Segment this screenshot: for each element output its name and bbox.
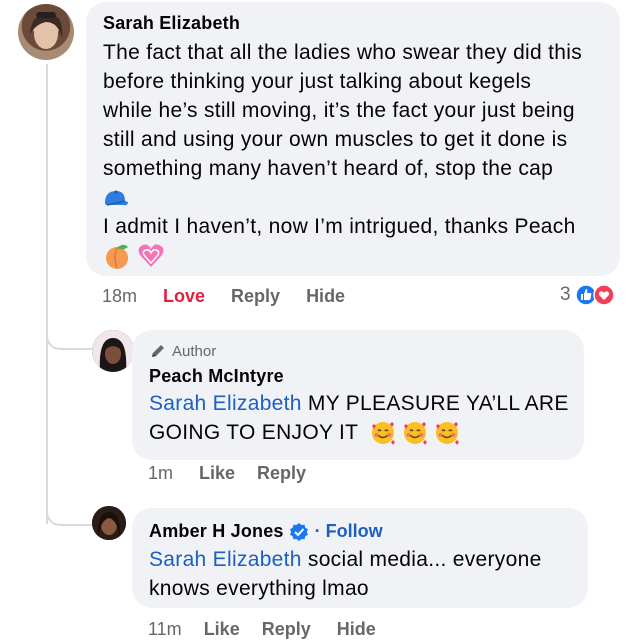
comment-timestamp[interactable]: 11m xyxy=(148,619,182,640)
author-row: Amber H Jones · Follow xyxy=(149,521,383,542)
comment-timestamp[interactable]: 1m xyxy=(148,463,173,484)
avatar-photo xyxy=(92,506,126,540)
avatar[interactable] xyxy=(92,506,126,540)
avatar-photo xyxy=(92,330,134,372)
emoji-row xyxy=(103,241,618,271)
heart-icon xyxy=(592,284,615,306)
comment-author[interactable]: Peach McIntyre xyxy=(149,366,284,387)
comment-text: Sarah Elizabeth social media... everyone… xyxy=(149,545,589,603)
comment-text-rest: MY PLEASURE YA’LL ARE xyxy=(301,392,569,415)
avatar[interactable] xyxy=(18,4,74,60)
pen-icon xyxy=(152,345,164,357)
comment-actions: 11m Like Reply Hide xyxy=(148,619,376,640)
author-badge: Author xyxy=(149,342,216,360)
comment-timestamp[interactable]: 18m xyxy=(102,286,137,307)
comment-line: before thinking your just talking about … xyxy=(103,70,532,93)
mention-link[interactable]: Sarah Elizabeth xyxy=(149,392,302,415)
reply-bubble: Author Peach McIntyre Sarah Elizabeth MY… xyxy=(132,330,584,460)
comment-line: I admit I haven’t, now I’m intrigued, th… xyxy=(103,215,576,238)
hide-button[interactable]: Hide xyxy=(337,619,376,640)
comment-actions: 1m Like Reply xyxy=(148,463,306,484)
mention-link[interactable]: Sarah Elizabeth xyxy=(149,548,302,571)
comment-text-rest: social media... everyone xyxy=(301,548,542,571)
growing-heart-emoji xyxy=(138,244,164,268)
comment-bubble: Sarah Elizabeth The fact that all the la… xyxy=(86,2,620,276)
love-button[interactable]: Love xyxy=(163,286,205,307)
author-badge-label: Author xyxy=(172,342,217,360)
avatar-photo xyxy=(30,12,63,49)
thread-branch xyxy=(46,494,92,526)
reaction-summary[interactable]: 3 xyxy=(560,284,615,306)
smiling-face-with-hearts-emoji xyxy=(404,422,428,446)
reaction-count: 3 xyxy=(560,284,571,305)
comment-line: Sarah Elizabeth MY PLEASURE YA’LL ARE xyxy=(149,389,589,418)
comment-text: The fact that all the ladies who swear t… xyxy=(103,38,618,271)
comment-line: Sarah Elizabeth social media... everyone xyxy=(149,545,589,574)
thread-branch xyxy=(46,318,92,350)
verified-badge-icon xyxy=(289,522,308,541)
comment-text: Sarah Elizabeth MY PLEASURE YA’LL ARE GO… xyxy=(149,389,589,447)
peach-emoji xyxy=(106,245,128,270)
blue-cap-emoji xyxy=(103,183,618,212)
comment-author[interactable]: Amber H Jones xyxy=(149,521,284,542)
comment-line: while he’s still moving, it’s the fact y… xyxy=(103,99,575,122)
thread-line xyxy=(46,64,48,524)
reply-button[interactable]: Reply xyxy=(257,463,306,484)
reply-bubble: Amber H Jones · Follow Sarah Elizabeth s… xyxy=(132,508,588,608)
comment-line: GOING TO ENJOY IT xyxy=(149,418,589,447)
comment-line: something many haven’t heard of, stop th… xyxy=(103,157,554,180)
comment-actions: 18m Love Reply Hide xyxy=(102,286,345,307)
reply-button[interactable]: Reply xyxy=(262,619,311,640)
comment-line: The fact that all the ladies who swear t… xyxy=(103,41,583,64)
smiling-face-with-hearts-emoji xyxy=(436,422,460,446)
hide-button[interactable]: Hide xyxy=(306,286,345,307)
smiling-face-with-hearts-emoji xyxy=(372,422,396,446)
comment-line: knows everything lmao xyxy=(149,577,369,600)
reply-button[interactable]: Reply xyxy=(231,286,280,307)
like-button[interactable]: Like xyxy=(199,463,235,484)
follow-button[interactable]: · Follow xyxy=(315,521,383,542)
comment-line: still and using your own muscles to get … xyxy=(103,128,568,151)
comment-author[interactable]: Sarah Elizabeth xyxy=(103,13,240,34)
avatar[interactable] xyxy=(92,330,134,372)
like-button[interactable]: Like xyxy=(204,619,240,640)
comment-text-line2: GOING TO ENJOY IT xyxy=(149,421,358,444)
